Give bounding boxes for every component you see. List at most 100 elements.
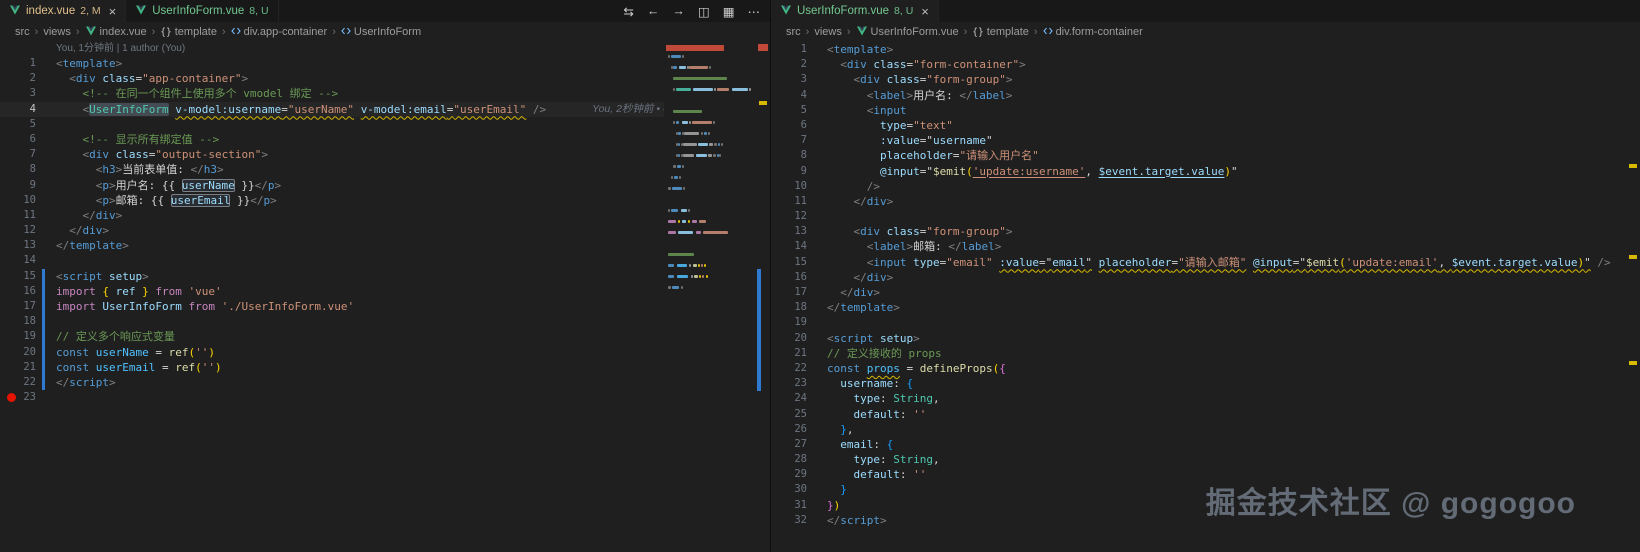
- code-line[interactable]: 18</template>: [771, 300, 1640, 315]
- code-line[interactable]: 12: [771, 209, 1640, 224]
- gutter[interactable]: 9: [0, 178, 50, 193]
- gutter[interactable]: 22: [771, 361, 821, 376]
- breadcrumb-item-UserInfoForm[interactable]: UserInfoForm: [341, 26, 421, 39]
- code-line[interactable]: 23: [0, 390, 770, 405]
- code-line[interactable]: 19// 定义多个响应式变量: [0, 329, 770, 344]
- gutter[interactable]: 31: [771, 498, 821, 513]
- gutter[interactable]: 17: [771, 285, 821, 300]
- code-line[interactable]: 20const userName = ref(''): [0, 345, 770, 360]
- gutter[interactable]: 23: [771, 376, 821, 391]
- gutter[interactable]: 2: [0, 71, 50, 86]
- breadcrumb-item-views[interactable]: views: [43, 26, 71, 38]
- gutter[interactable]: 1: [0, 56, 50, 71]
- gutter[interactable]: 7: [0, 147, 50, 162]
- gutter[interactable]: 4: [771, 88, 821, 103]
- gutter[interactable]: 12: [771, 209, 821, 224]
- breadcrumb-item-div.form-container[interactable]: div.form-container: [1043, 26, 1143, 39]
- gutter[interactable]: 19: [0, 329, 50, 344]
- code-line[interactable]: 20<script setup>: [771, 331, 1640, 346]
- code-line[interactable]: 28 type: String,: [771, 452, 1640, 467]
- gutter[interactable]: 18: [0, 314, 50, 329]
- code-line[interactable]: 26 },: [771, 422, 1640, 437]
- gutter[interactable]: 18: [771, 300, 821, 315]
- gutter[interactable]: 10: [771, 179, 821, 194]
- code-line[interactable]: 12 </div>: [0, 223, 770, 238]
- code-line[interactable]: 21const userEmail = ref(''): [0, 360, 770, 375]
- code-line[interactable]: 25 default: '': [771, 407, 1640, 422]
- tab-UserInfoForm.vue[interactable]: UserInfoForm.vue8, U×: [771, 0, 939, 22]
- gutter[interactable]: 30: [771, 482, 821, 497]
- code-line[interactable]: 23 username: {: [771, 376, 1640, 391]
- code-line[interactable]: 13</template>: [0, 238, 770, 253]
- code-line[interactable]: 2 <div class="app-container">: [0, 71, 770, 86]
- breadcrumb-item-src[interactable]: src: [786, 26, 801, 38]
- gutter[interactable]: 13: [771, 224, 821, 239]
- breadcrumb-item-div.app-container[interactable]: div.app-container: [231, 26, 328, 39]
- code-line[interactable]: 15 <input type="email" :value="email" pl…: [771, 255, 1640, 270]
- breadcrumb-item-src[interactable]: src: [15, 26, 30, 38]
- gutter[interactable]: 16: [771, 270, 821, 285]
- code-line[interactable]: 14: [0, 253, 770, 268]
- tab-UserInfoForm.vue[interactable]: UserInfoForm.vue8, U: [126, 0, 278, 22]
- navigate-forward-icon[interactable]: →: [672, 4, 685, 18]
- code-line[interactable]: 14 <label>邮箱: </label>: [771, 239, 1640, 254]
- gutter[interactable]: 5: [0, 117, 50, 132]
- gutter[interactable]: 32: [771, 513, 821, 528]
- gutter[interactable]: 15: [0, 269, 50, 284]
- close-icon[interactable]: ×: [109, 5, 117, 18]
- gutter[interactable]: 27: [771, 437, 821, 452]
- breadcrumb-item-template[interactable]: {}template: [160, 26, 217, 38]
- gutter[interactable]: 8: [771, 148, 821, 163]
- gutter[interactable]: 21: [771, 346, 821, 361]
- gutter[interactable]: 15: [771, 255, 821, 270]
- gutter[interactable]: 24: [771, 391, 821, 406]
- code-line[interactable]: 2 <div class="form-container">: [771, 57, 1640, 72]
- gutter[interactable]: 3: [0, 86, 50, 101]
- gutter[interactable]: 11: [771, 194, 821, 209]
- code-line[interactable]: 17 </div>: [771, 285, 1640, 300]
- code-line[interactable]: 4 <label>用户名: </label>: [771, 88, 1640, 103]
- gutter[interactable]: 23: [0, 390, 50, 405]
- code-line[interactable]: 5 <input: [771, 103, 1640, 118]
- breadcrumb-item-UserInfoForm.vue[interactable]: UserInfoForm.vue: [856, 25, 959, 40]
- code-line[interactable]: 11 </div>: [0, 208, 770, 223]
- gutter[interactable]: 7: [771, 133, 821, 148]
- gutter[interactable]: 3: [771, 72, 821, 87]
- code-line[interactable]: 19: [771, 315, 1640, 330]
- code-line[interactable]: 4 <UserInfoForm v-model:username="userNa…: [0, 102, 770, 117]
- gutter[interactable]: 12: [0, 223, 50, 238]
- breadcrumb-item-template[interactable]: {}template: [972, 26, 1029, 38]
- split-editor-icon[interactable]: ◫: [698, 4, 710, 19]
- code-line[interactable]: 7 :value="username": [771, 133, 1640, 148]
- gutter[interactable]: 28: [771, 452, 821, 467]
- gutter[interactable]: 8: [0, 162, 50, 177]
- gutter[interactable]: 20: [771, 331, 821, 346]
- code-line[interactable]: 1<template>: [771, 42, 1640, 57]
- code-line[interactable]: 3 <div class="form-group">: [771, 72, 1640, 87]
- code-line[interactable]: 9 <p>用户名: {{ userName }}</p>: [0, 178, 770, 193]
- code-line[interactable]: 11 </div>: [771, 194, 1640, 209]
- gutter[interactable]: 25: [771, 407, 821, 422]
- code-line[interactable]: 21// 定义接收的 props: [771, 346, 1640, 361]
- gutter[interactable]: 1: [771, 42, 821, 57]
- breadcrumb-item-index.vue[interactable]: index.vue: [85, 25, 147, 40]
- gutter[interactable]: 26: [771, 422, 821, 437]
- code-line[interactable]: 8 placeholder="请输入用户名": [771, 148, 1640, 163]
- gutter[interactable]: 2: [771, 57, 821, 72]
- code-line[interactable]: 18: [0, 314, 770, 329]
- gutter[interactable]: 6: [0, 132, 50, 147]
- gutter[interactable]: 29: [771, 467, 821, 482]
- code-line[interactable]: 16import { ref } from 'vue': [0, 284, 770, 299]
- code-line[interactable]: 22</script>: [0, 375, 770, 390]
- gutter[interactable]: 20: [0, 345, 50, 360]
- code-line[interactable]: 22const props = defineProps({: [771, 361, 1640, 376]
- code-line[interactable]: 8 <h3>当前表单值: </h3>: [0, 162, 770, 177]
- gutter[interactable]: 9: [771, 164, 821, 179]
- more-actions-icon[interactable]: ⋯: [748, 4, 761, 19]
- code-line[interactable]: 13 <div class="form-group">: [771, 224, 1640, 239]
- gutter[interactable]: 14: [0, 253, 50, 268]
- code-line[interactable]: 9 @input="$emit('update:username', $even…: [771, 164, 1640, 179]
- code-line[interactable]: 6 <!-- 显示所有绑定值 -->: [0, 132, 770, 147]
- code-line[interactable]: 17import UserInfoForm from './UserInfoFo…: [0, 299, 770, 314]
- editor-left[interactable]: You, 1分钟前 | 1 author (You) 1<template>2 …: [0, 42, 770, 552]
